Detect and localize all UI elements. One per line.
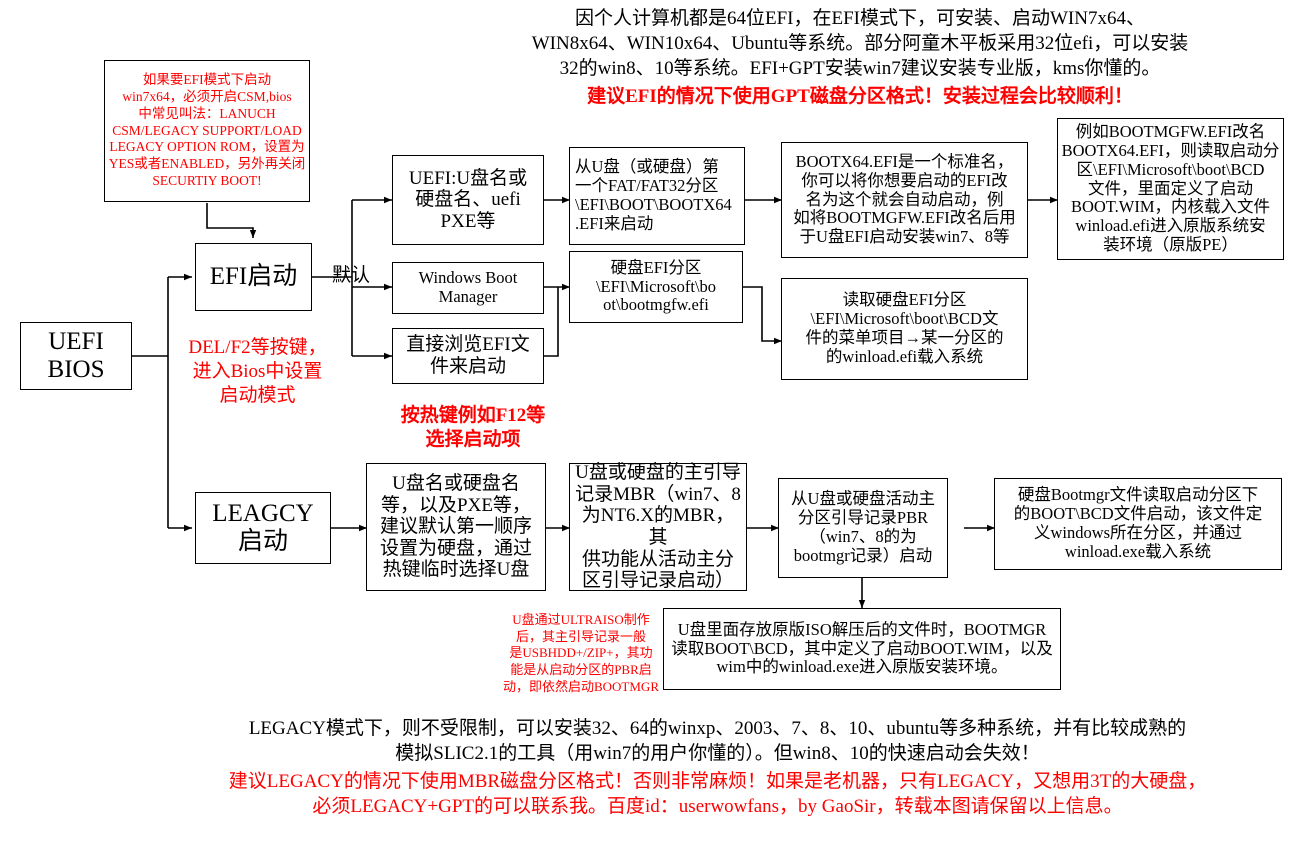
node-rename-result-description[interactable]: 例如BOOTMGFW.EFI改名 BOOTX64.EFI，则读取启动分 区\EF… — [1057, 118, 1284, 260]
csm-note-box: 如果要EFI模式下启动 win7x64，必须开启CSM,bios 中常见叫法：L… — [104, 60, 310, 202]
header-black-paragraph: 因个人计算机都是64位EFI，在EFI模式下，可安装、启动WIN7x64、 WI… — [531, 8, 1189, 80]
node-efi-option-windows-boot-manager[interactable]: Windows Boot Manager — [392, 262, 544, 314]
footer-red-paragraph: 建议LEGACY的情况下使用MBR磁盘分区格式！否则非常麻烦！如果是老机器，只有… — [228, 771, 1207, 818]
node-efi-path-hdd-bootmgfw[interactable]: 硬盘EFI分区 \EFI\Microsoft\bo ot\bootmgfw.ef… — [569, 251, 743, 323]
diagram-canvas: 因个人计算机都是64位EFI，在EFI模式下，可安装、启动WIN7x64、 WI… — [0, 0, 1294, 852]
hotkey-note: 按热键例如F12等 选择启动项 — [400, 405, 546, 450]
node-efi-option-browse-efi[interactable]: 直接浏览EFI文 件来启动 — [392, 328, 544, 384]
node-legacy-pbr[interactable]: 从U盘或硬盘活动主 分区引导记录PBR （win7、8的为 bootmgr记录）… — [778, 478, 948, 578]
node-efi-path-usb-bootx64[interactable]: 从U盘（或硬盘）第 一个FAT/FAT32分区 \EFI\BOOT\BOOTX6… — [569, 147, 745, 245]
node-legacy-boot[interactable]: LEAGCY 启动 — [195, 492, 331, 564]
node-legacy-mbr[interactable]: U盘或硬盘的主引导 记录MBR（win7、8 为NT6.X的MBR，其 供功能从… — [569, 462, 747, 591]
node-bcd-read-description[interactable]: 读取硬盘EFI分区 \EFI\Microsoft\boot\BCD文 件的菜单项… — [781, 278, 1028, 380]
node-legacy-bootmgr[interactable]: 硬盘Bootmgr文件读取启动分区下 的BOOT\BCD文件启动，该文件定 义w… — [994, 478, 1282, 570]
bios-key-note: DEL/F2等按键， 进入Bios中设置 启动模式 — [188, 337, 327, 406]
node-bootx64-description[interactable]: BOOTX64.EFI是一个标准名， 你可以将你想要启动的EFI改 名为这个就会… — [781, 142, 1028, 258]
footer-black-paragraph: LEGACY模式下，则不受限制，可以安装32、64的winxp、2003、7、8… — [248, 718, 1187, 765]
node-iso-bootmgr[interactable]: U盘里面存放原版ISO解压后的文件时，BOOTMGR 读取BOOT\BCD，其中… — [663, 608, 1061, 690]
ultraiso-note: U盘通过ULTRAISO制作 后，其主引导记录一般 是USBHDD+/ZIP+，… — [502, 612, 659, 694]
node-uefi-bios[interactable]: UEFI BIOS — [20, 322, 132, 390]
node-efi-option-uefi-disk[interactable]: UEFI:U盘名或 硬盘名、uefi PXE等 — [392, 155, 544, 245]
default-label: 默认 — [332, 265, 371, 286]
header-red-line: 建议EFI的情况下使用GPT磁盘分区格式！安装过程会比较顺利！ — [587, 86, 1133, 107]
node-efi-boot[interactable]: EFI启动 — [195, 243, 312, 311]
node-legacy-option-disk[interactable]: U盘名或硬盘名 等，以及PXE等， 建议默认第一顺序 设置为硬盘，通过 热键临时… — [366, 463, 546, 591]
